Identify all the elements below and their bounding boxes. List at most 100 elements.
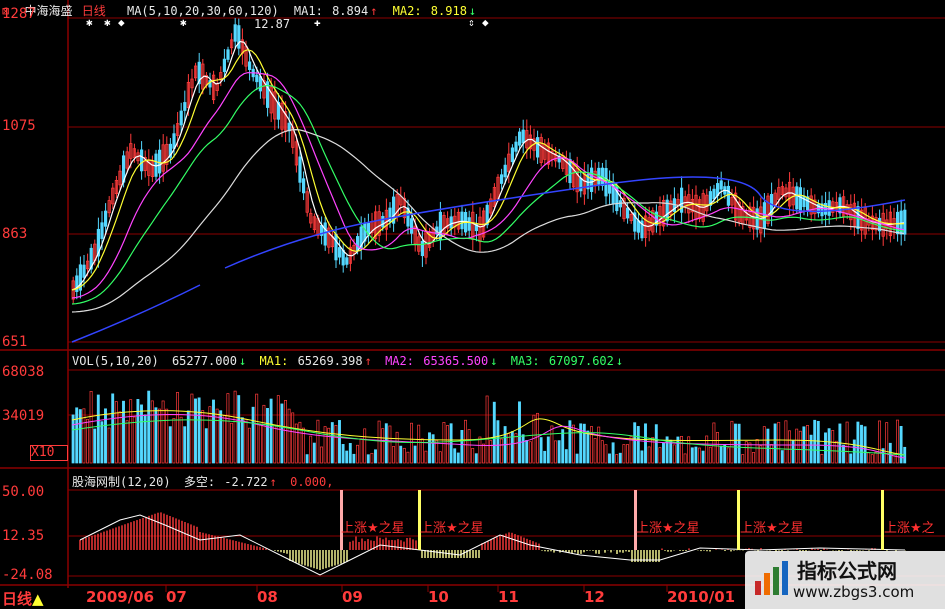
volume-bar [824,432,827,464]
volume-bar [320,446,323,464]
volume-bar [849,453,853,464]
candle-body [536,137,540,158]
dk-arrow: ↑ [269,475,277,489]
candle-body [409,218,414,234]
candle-body [323,222,327,246]
candle-body [337,247,342,258]
ma5-line [71,40,905,291]
volume-bar [345,450,349,464]
volume-bar [204,428,208,464]
volume-bar [683,453,687,464]
vol-ma2-label: MA2: [385,354,414,368]
volume-bar [816,420,820,464]
volume-bar [104,408,107,464]
volume-bar [626,444,629,464]
volume-bar [464,419,467,464]
volume-bar [309,435,313,464]
volume-bar [845,421,849,464]
volume-bar [708,446,712,464]
candle-body [467,217,471,231]
volume-bar [791,440,795,464]
volume-bar [154,407,158,464]
volume-bar [212,399,215,464]
volume-bar [813,419,817,464]
volume-bar [410,422,413,464]
month-label: 08 [257,588,278,606]
volume-bar [719,445,723,464]
ma2-value: 8.918 [430,4,467,18]
indicator-tick: -24.08 [2,567,53,583]
volume-bar [118,411,122,464]
volume-bar [226,393,230,464]
volume-bar [471,447,475,464]
candle-body [499,174,504,184]
signal-label: 上涨★之星 [341,521,405,536]
candle-body [626,207,630,219]
volume-bar [701,450,705,464]
star-mark: ✱ [86,16,93,29]
volume-bar [140,404,143,464]
volume-bar [96,394,100,464]
volume-bar [284,400,287,464]
volume-bar [417,424,421,464]
volume-bar [287,408,291,464]
volume-bar [860,424,863,464]
volume-bar [323,426,327,464]
volume-bar [280,403,284,464]
volume-bar [525,440,529,464]
volume-bar [755,439,759,464]
volume-bar [644,423,647,464]
volume-bar [316,419,320,464]
candle-body [82,264,86,278]
volume-bar [611,442,615,464]
ma1-arrow: ↑ [370,4,378,18]
volume-tick: 34019 [2,408,45,424]
volume-bar [521,434,525,464]
volume-bar [842,444,845,464]
candle-body [514,141,518,152]
ma2-label: MA2: [392,4,422,18]
price-tick: 1287 [2,6,36,22]
volume-bar [658,447,662,464]
volume-bar [107,427,111,464]
signal-label: 上涨★之星 [420,521,484,536]
price-tick: 1075 [2,118,36,134]
volume-bar [752,452,755,464]
volume-bar [669,439,673,464]
watermark-logo-icon [755,561,788,595]
vol-ma3-value: 67097.602 [548,354,614,368]
volume-bar [550,425,554,464]
volume-bar [528,441,532,464]
volume-bar [168,426,172,464]
volume-bar [352,453,356,464]
volume-bar [888,442,892,464]
star-mark: ✱ [180,16,187,29]
candle-body [712,188,716,200]
indicator-tick: 50.00 [2,484,45,500]
volume-bar [795,428,799,464]
vol-ma1-label: MA1: [259,354,289,368]
volume-bar [183,426,187,464]
candle-body [222,58,226,73]
volume-bar [806,425,809,464]
candle-body [438,211,443,241]
volume-bar [690,447,694,464]
volume-bar [165,408,169,464]
volume-bar [338,420,341,464]
volume-bar [618,452,622,464]
candle-body [579,177,583,192]
volume-bar [197,397,201,464]
volume-bar [507,433,511,464]
volume-header: VOL(5,10,20) 65277.000 ↓ MA1: 65269.398 ↑ … [72,354,625,368]
volume-bar [492,401,496,464]
candle-body [518,131,522,146]
volume-bar [298,421,302,464]
volume-bar [305,454,309,464]
volume-bar [366,454,370,464]
volume-bar [172,418,176,464]
volume-bar [356,444,359,464]
volume-bar [633,422,637,464]
period-tab[interactable]: 日线▲ [2,588,44,609]
vol-ma2-value: 65365.500 [423,354,489,368]
indicator-tick: 12.35 [2,528,45,544]
